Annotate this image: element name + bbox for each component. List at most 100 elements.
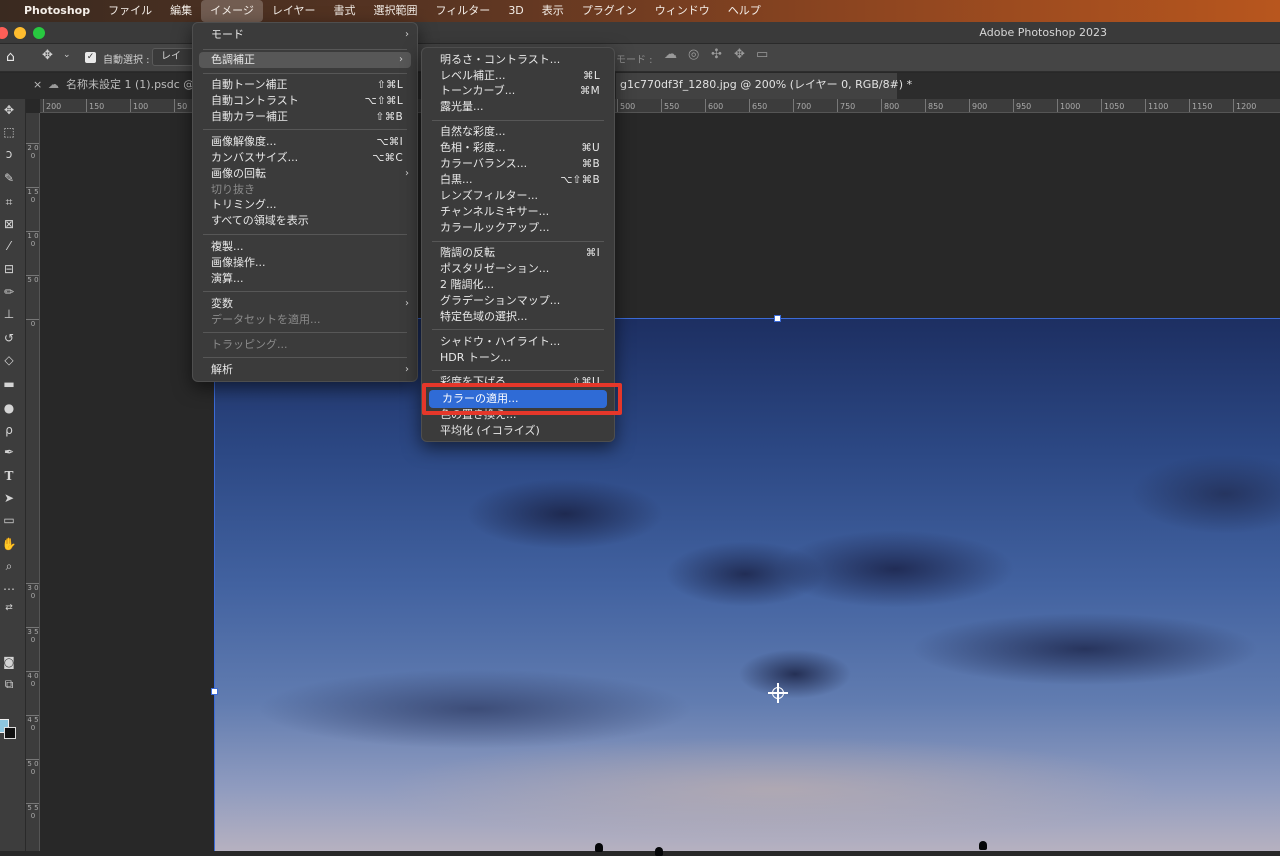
tab-close-icon[interactable]: × — [33, 73, 42, 99]
menu-type[interactable]: 書式 — [325, 0, 365, 22]
menu-item-brightness-contrast[interactable]: 明るさ・コントラスト... — [422, 52, 614, 68]
menu-image[interactable]: イメージ — [201, 0, 263, 22]
dodge-tool-icon[interactable]: ρ — [0, 421, 18, 439]
reference-point-crosshair-icon[interactable] — [768, 683, 788, 703]
chevron-down-icon[interactable]: ⌄ — [63, 50, 71, 60]
menu-separator — [203, 73, 407, 74]
ruler-tick: 1100 — [1145, 99, 1168, 112]
menu-item-label: 複製... — [211, 240, 244, 253]
tab-document-1[interactable]: 名称未設定 1 (1).psdc @ — [66, 73, 194, 99]
menu-item-photo-filter[interactable]: レンズフィルター... — [422, 188, 614, 204]
menu-item-equalize[interactable]: 平均化 (イコライズ) — [422, 423, 614, 439]
menu-item-trim[interactable]: トリミング... — [193, 197, 417, 213]
menu-edit[interactable]: 編集 — [161, 0, 201, 22]
menu-item-auto-contrast[interactable]: 自動コントラスト ⌥⇧⌘L — [193, 93, 417, 109]
person-silhouette — [655, 847, 663, 856]
menu-plugins[interactable]: プラグイン — [573, 0, 646, 22]
menu-item-image-size[interactable]: 画像解像度... ⌥⌘I — [193, 134, 417, 150]
quick-mask-icon[interactable]: ◙ — [0, 653, 18, 671]
menu-item-gradient-map[interactable]: グラデーションマップ... — [422, 293, 614, 309]
history-brush-tool-icon[interactable]: ↺ — [0, 329, 18, 347]
menu-item-canvas-size[interactable]: カンバスサイズ... ⌥⌘C — [193, 150, 417, 166]
drag-3d-icon[interactable]: ✣ — [711, 47, 722, 62]
menu-item-adjustments[interactable]: 色調補正 › — [199, 52, 411, 68]
menu-item-shortcut: ⇧⌘B — [375, 111, 403, 123]
menu-item-levels[interactable]: レベル補正... ⌘L — [422, 68, 614, 84]
menu-item-shadows-highlights[interactable]: シャドウ・ハイライト... — [422, 334, 614, 350]
path-selection-tool-icon[interactable]: ➤ — [0, 489, 18, 507]
menu-item-auto-color[interactable]: 自動カラー補正 ⇧⌘B — [193, 109, 417, 125]
blur-tool-icon[interactable]: ● — [0, 399, 18, 417]
slide-3d-icon[interactable]: ✥ — [734, 47, 745, 62]
orbit-3d-icon[interactable]: ☁ — [664, 47, 677, 62]
healing-brush-tool-icon[interactable]: ⊟ — [0, 260, 18, 278]
menu-item-exposure[interactable]: 露光量... — [422, 99, 614, 115]
menu-file[interactable]: ファイル — [99, 0, 161, 22]
move-tool-icon[interactable]: ✥ — [0, 101, 18, 119]
menu-item-channel-mixer[interactable]: チャンネルミキサー... — [422, 204, 614, 220]
menu-3d[interactable]: 3D — [499, 0, 532, 22]
screen-mode-icon[interactable]: ⧉ — [0, 675, 18, 693]
background-color-swatch[interactable] — [4, 727, 16, 739]
menu-item-calculations[interactable]: 演算... — [193, 271, 417, 287]
menu-item-curves[interactable]: トーンカーブ... ⌘M — [422, 83, 614, 99]
transform-handle-top[interactable] — [774, 315, 781, 322]
menu-item-label: 特定色域の選択... — [440, 310, 528, 323]
frame-tool-icon[interactable]: ⊠ — [0, 215, 18, 233]
menu-item-auto-tone[interactable]: 自動トーン補正 ⇧⌘L — [193, 77, 417, 93]
menu-item-color-balance[interactable]: カラーバランス... ⌘B — [422, 156, 614, 172]
eraser-tool-icon[interactable]: ◇ — [0, 351, 18, 369]
more-tools-icon[interactable]: ⋯ — [0, 580, 18, 598]
auto-select-checkbox[interactable]: ✓ — [85, 52, 96, 63]
sky-photo-canvas[interactable] — [214, 318, 1280, 856]
gradient-tool-icon[interactable]: ▬ — [0, 375, 18, 393]
home-icon[interactable]: ⌂ — [6, 49, 15, 65]
swap-colors-icon[interactable]: ⇄ — [0, 599, 18, 617]
move-tool-icon[interactable]: ✥ — [42, 48, 53, 63]
auto-select-dropdown[interactable]: レイヤー — [152, 48, 197, 66]
menu-help[interactable]: ヘルプ — [719, 0, 770, 22]
ruler-tick: 5 5 0 — [26, 803, 39, 820]
menu-item-reveal-all[interactable]: すべての領域を表示 — [193, 213, 417, 229]
menu-item-hdr-toning[interactable]: HDR トーン... — [422, 350, 614, 366]
menu-item-selective-color[interactable]: 特定色域の選択... — [422, 309, 614, 325]
menu-layer[interactable]: レイヤー — [263, 0, 325, 22]
lasso-tool-icon[interactable]: ↄ — [0, 145, 18, 163]
marquee-tool-icon[interactable]: ⬚ — [0, 123, 18, 141]
menu-view[interactable]: 表示 — [533, 0, 573, 22]
hand-tool-icon[interactable]: ✋ — [0, 535, 18, 553]
menu-item-color-lookup[interactable]: カラールックアップ... — [422, 220, 614, 236]
menu-item-analysis[interactable]: 解析 › — [193, 362, 417, 378]
menu-item-vibrance[interactable]: 自然な彩度... — [422, 124, 614, 140]
menu-item-threshold[interactable]: 2 階調化... — [422, 277, 614, 293]
menu-item-invert[interactable]: 階調の反転 ⌘I — [422, 245, 614, 261]
menu-item-duplicate[interactable]: 複製... — [193, 239, 417, 255]
zoom-tool-icon[interactable]: ⌕ — [0, 557, 18, 575]
menu-item-posterize[interactable]: ポスタリゼーション... — [422, 261, 614, 277]
brush-tool-icon[interactable]: ✏ — [0, 283, 18, 301]
menu-filter[interactable]: フィルター — [427, 0, 500, 22]
tab-document-2-active[interactable]: g1c770df3f_1280.jpg @ 200% (レイヤー 0, RGB/… — [616, 73, 912, 99]
menu-item-label: カンバスサイズ... — [211, 151, 299, 164]
quick-selection-tool-icon[interactable]: ✎ — [0, 169, 18, 187]
eyedropper-tool-icon[interactable]: ⁄ — [0, 237, 18, 255]
menu-item-apply-image[interactable]: 画像操作... — [193, 255, 417, 271]
transform-handle-left[interactable] — [211, 688, 218, 695]
menu-item-hue-saturation[interactable]: 色相・彩度... ⌘U — [422, 140, 614, 156]
menu-select[interactable]: 選択範囲 — [365, 0, 427, 22]
clone-stamp-tool-icon[interactable]: ⊥ — [0, 305, 18, 323]
type-tool-icon[interactable]: T — [0, 467, 18, 485]
crop-tool-icon[interactable]: ⌗ — [0, 193, 18, 211]
menu-item-variables[interactable]: 変数 › — [193, 296, 417, 312]
ruler-tick: 1000 — [1057, 99, 1080, 112]
menu-item-black-white[interactable]: 白黒... ⌥⇧⌘B — [422, 172, 614, 188]
app-menu-photoshop[interactable]: Photoshop — [22, 0, 99, 22]
menu-item-mode[interactable]: モード › — [193, 27, 417, 43]
camera-3d-icon[interactable]: ▭ — [756, 47, 768, 62]
menu-window[interactable]: ウィンドウ — [646, 0, 719, 22]
menu-item-image-rotation[interactable]: 画像の回転 › — [193, 166, 417, 182]
menu-item-label: 自動コントラスト — [211, 94, 299, 107]
pen-tool-icon[interactable]: ✒ — [0, 443, 18, 461]
rectangle-tool-icon[interactable]: ▭ — [0, 511, 18, 529]
roll-3d-icon[interactable]: ◎ — [688, 47, 699, 62]
